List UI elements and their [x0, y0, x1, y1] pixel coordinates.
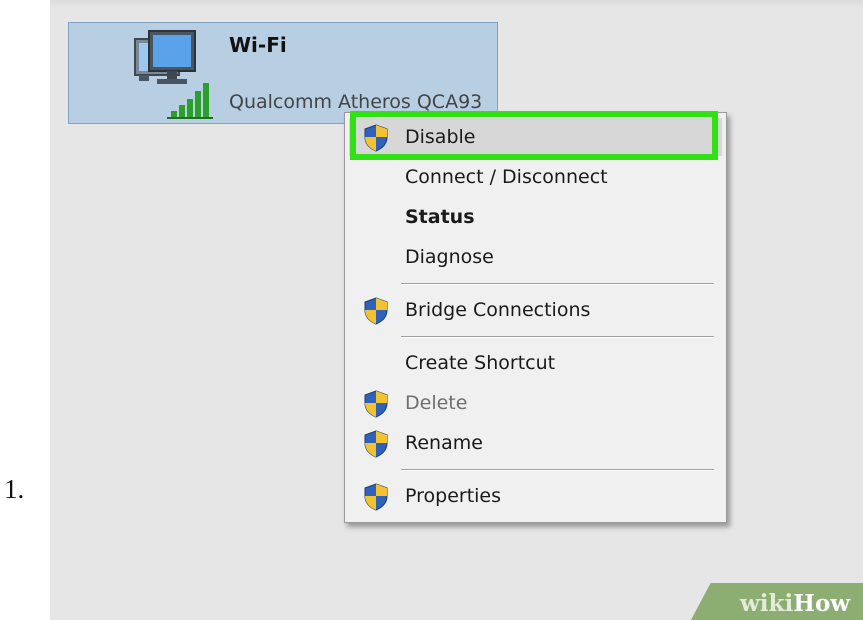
menu-item-delete: Delete [349, 384, 722, 422]
uac-shield-icon [364, 483, 388, 511]
adapter-name: Wi-Fi [229, 33, 287, 57]
menu-item-label: Properties [405, 485, 502, 507]
network-computer-icon [134, 30, 213, 119]
network-connections-window: Wi-Fi Qualcomm Atheros QCA93 Disable Con… [50, 0, 863, 620]
window-top-strip [50, 0, 863, 8]
watermark-part2: How [793, 590, 851, 617]
list-number: 1. [4, 474, 25, 504]
signal-bars-icon [167, 83, 213, 119]
menu-item-rename[interactable]: Rename [349, 424, 722, 462]
watermark-part1: wiki [740, 590, 794, 617]
menu-item-label: Delete [405, 392, 468, 414]
menu-item-bridge-connections[interactable]: Bridge Connections [349, 291, 722, 329]
menu-separator [401, 336, 714, 338]
menu-item-create-shortcut[interactable]: Create Shortcut [349, 344, 722, 382]
disable-highlight-box [350, 111, 718, 160]
context-menu: Disable Connect / Disconnect Status Diag… [344, 112, 727, 523]
menu-item-label: Diagnose [405, 246, 494, 268]
menu-separator [401, 469, 714, 471]
wifi-adapter-tile[interactable]: Wi-Fi Qualcomm Atheros QCA93 [68, 22, 498, 124]
uac-shield-icon [364, 390, 388, 418]
uac-shield-icon [364, 297, 388, 325]
menu-item-label: Connect / Disconnect [405, 166, 608, 188]
menu-item-label: Bridge Connections [405, 299, 591, 321]
wikihow-watermark: wikiHow [740, 590, 850, 617]
menu-item-label: Status [405, 206, 475, 228]
menu-item-connect-disconnect[interactable]: Connect / Disconnect [349, 158, 722, 196]
adapter-device: Qualcomm Atheros QCA93 [229, 91, 483, 113]
menu-item-diagnose[interactable]: Diagnose [349, 238, 722, 276]
menu-item-label: Rename [405, 432, 483, 454]
menu-separator [401, 283, 714, 285]
menu-item-status[interactable]: Status [349, 198, 722, 236]
menu-item-properties[interactable]: Properties [349, 477, 722, 515]
menu-item-label: Create Shortcut [405, 352, 556, 374]
uac-shield-icon [364, 430, 388, 458]
